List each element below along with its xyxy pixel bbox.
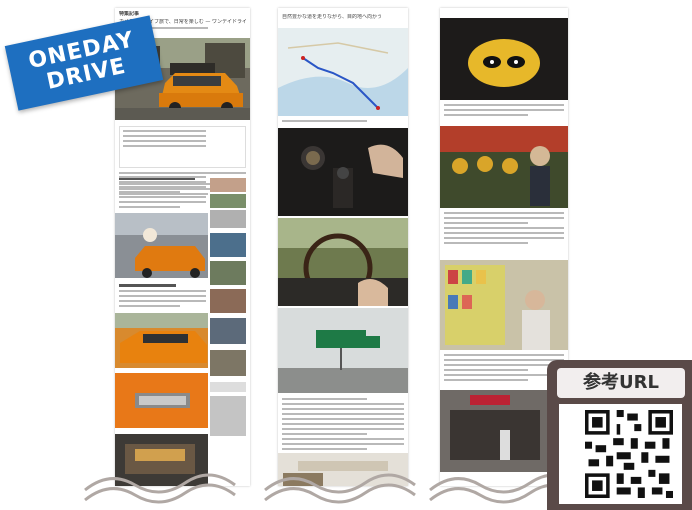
- article-page-2: 自然豊かな道を走りながら、目的地へ向かう: [278, 8, 408, 486]
- body-text-col3a: [444, 104, 564, 119]
- steering-wheel-photo: [278, 218, 408, 306]
- side-thumbnails-2: [210, 318, 246, 438]
- emblem-photo: [115, 373, 208, 428]
- body-text-col3c: [444, 354, 564, 384]
- qr-code-area: [559, 404, 682, 504]
- qr-code-icon[interactable]: [585, 410, 673, 498]
- wave-decoration: [84, 473, 581, 504]
- route-map: [278, 28, 408, 116]
- dashboard-photo: [278, 128, 408, 216]
- shop-interior-photo: [440, 126, 568, 208]
- shelf-photo: [440, 260, 568, 350]
- body-text-col2: [282, 398, 404, 453]
- article-2-headline: 自然豊かな道を走りながら、目的地へ向かう: [282, 14, 383, 20]
- article-2-header: 自然豊かな道を走りながら、目的地へ向かう: [282, 14, 404, 20]
- sticker-photo: [440, 18, 568, 100]
- highway-sign-photo: [278, 308, 408, 393]
- side-ads: [210, 233, 246, 313]
- orange-car-photo: [115, 313, 208, 368]
- map-caption: [282, 120, 404, 125]
- body-text-2: [119, 284, 206, 310]
- street-photo: [115, 213, 208, 278]
- section-label: 特集記事: [119, 11, 140, 17]
- side-thumbnail-column: [210, 178, 246, 228]
- body-text-1: [119, 176, 206, 211]
- reference-url-title: 参考URL: [557, 368, 685, 398]
- reference-url-panel: 参考URL: [547, 360, 692, 510]
- body-text-col3b: [444, 212, 564, 247]
